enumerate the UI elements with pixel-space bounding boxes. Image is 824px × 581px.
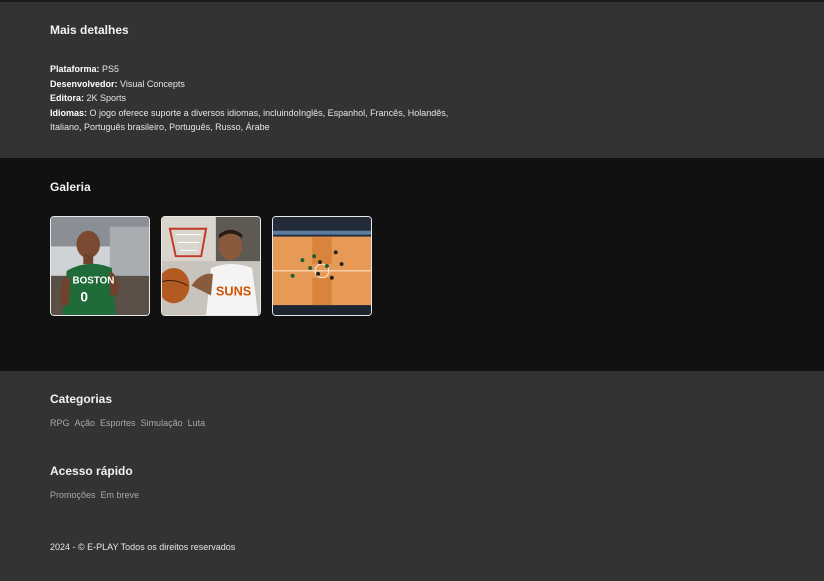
- gallery-section: Galeria BOSTON 0 SUNS: [0, 158, 824, 371]
- svg-text:BOSTON: BOSTON: [73, 276, 115, 287]
- details-list: Plataforma: PS5 Desenvolvedor: Visual Co…: [50, 62, 470, 135]
- platform-value: PS5: [99, 64, 120, 74]
- publisher-value: 2K Sports: [84, 93, 127, 103]
- quick-access-title: Acesso rápido: [50, 464, 133, 478]
- developer-label: Desenvolvedor:: [50, 78, 118, 89]
- quick-access-links: Promoções Em breve: [50, 490, 774, 500]
- footer: Categorias RPG Ação Esportes Simulação L…: [0, 371, 824, 581]
- category-link-simulacao[interactable]: Simulação: [141, 418, 183, 428]
- languages-line: Idiomas: O jogo oferece suporte a divers…: [50, 106, 470, 135]
- svg-text:SUNS: SUNS: [216, 283, 251, 298]
- categories-links: RPG Ação Esportes Simulação Luta: [50, 418, 774, 428]
- category-link-esportes[interactable]: Esportes: [100, 418, 136, 428]
- developer-value: Visual Concepts: [117, 78, 185, 89]
- basketball-court-image: [273, 217, 371, 315]
- gallery-thumb-suns-player[interactable]: SUNS: [161, 216, 261, 316]
- category-link-luta[interactable]: Luta: [188, 418, 206, 428]
- gallery-title: Galeria: [50, 180, 91, 194]
- quick-link-em-breve[interactable]: Em breve: [101, 490, 140, 500]
- gallery-thumb-basketball-court[interactable]: [272, 216, 372, 316]
- category-link-acao[interactable]: Ação: [75, 418, 96, 428]
- category-link-rpg[interactable]: RPG: [50, 418, 70, 428]
- gallery-thumb-boston-player[interactable]: BOSTON 0: [50, 216, 150, 316]
- quick-link-promocoes[interactable]: Promoções: [50, 490, 96, 500]
- svg-text:0: 0: [80, 289, 88, 304]
- details-title: Mais detalhes: [50, 23, 129, 37]
- publisher-label: Editora:: [50, 93, 85, 103]
- languages-label: Idiomas:: [50, 107, 88, 118]
- suns-player-image: SUNS: [162, 217, 260, 315]
- copyright-text: 2024 - © E-PLAY Todos os direitos reserv…: [50, 542, 236, 552]
- developer-line: Desenvolvedor: Visual Concepts: [50, 77, 470, 92]
- languages-value: O jogo oferece suporte a diversos idioma…: [50, 107, 449, 133]
- gallery-thumbnails: BOSTON 0 SUNS: [50, 216, 774, 316]
- categories-title: Categorias: [50, 392, 113, 406]
- platform-label: Plataforma:: [50, 64, 100, 74]
- boston-player-image: BOSTON 0: [51, 217, 149, 315]
- platform-line: Plataforma: PS5: [50, 62, 470, 77]
- publisher-line: Editora: 2K Sports: [50, 91, 470, 106]
- details-section: Mais detalhes Plataforma: PS5 Desenvolve…: [0, 2, 824, 158]
